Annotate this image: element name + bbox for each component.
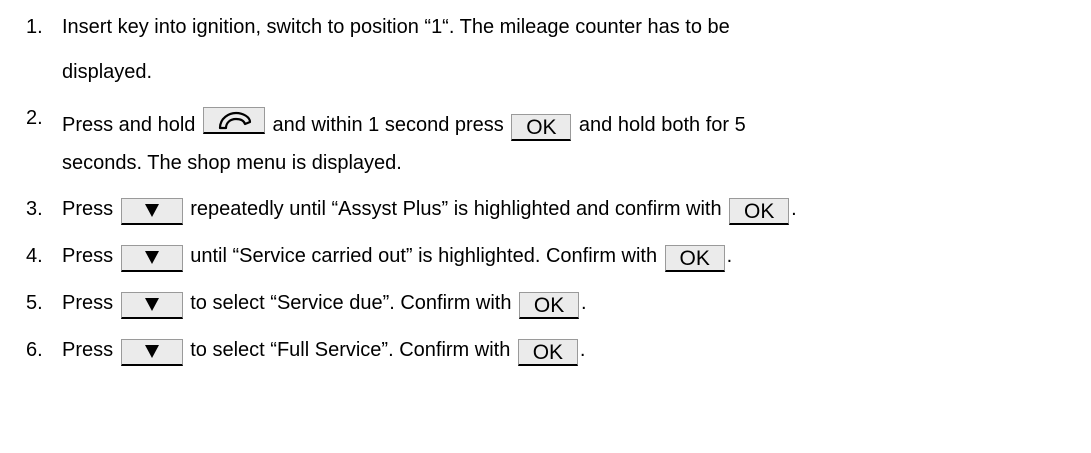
ok-key-button: OK bbox=[664, 245, 725, 272]
phone-handset-icon bbox=[218, 111, 252, 130]
step-1-number: 1. bbox=[26, 16, 43, 38]
step-2-number: 2. bbox=[26, 107, 43, 129]
down-key-button bbox=[120, 245, 183, 272]
step-3-number: 3. bbox=[26, 198, 43, 220]
step-5-text-c: . bbox=[581, 292, 587, 314]
step-4-text-c: . bbox=[726, 245, 733, 267]
step-6-text-c: . bbox=[579, 339, 586, 361]
step-2-text-a: Press and hold bbox=[62, 114, 196, 136]
step-3-text-c: . bbox=[791, 198, 797, 220]
step-4-line: Press until “Service carried out” is hig… bbox=[62, 245, 732, 272]
down-key-button bbox=[120, 292, 183, 319]
step-6-line: Press to select “Full Service”. Confirm … bbox=[62, 339, 585, 366]
step-5-number: 5. bbox=[26, 292, 43, 314]
step-2-line: Press and hold and within 1 second press… bbox=[62, 107, 746, 141]
instruction-list: 1. Insert key into ignition, switch to p… bbox=[0, 0, 1091, 453]
step-6-number: 6. bbox=[26, 339, 43, 361]
ok-key-button: OK bbox=[729, 198, 790, 225]
step-6-text-a: Press bbox=[62, 339, 114, 361]
step-1-text-continued: displayed. bbox=[62, 61, 153, 83]
step-3-line: Press repeatedly until “Assyst Plus” is … bbox=[62, 198, 797, 225]
down-key-button bbox=[120, 339, 183, 366]
step-3-text-a: Press bbox=[62, 198, 114, 220]
step-4-text-b: until “Service carried out” is highlight… bbox=[190, 245, 658, 267]
step-4-text-a: Press bbox=[62, 245, 114, 267]
step-5-text-a: Press bbox=[62, 292, 114, 314]
step-5-line: Press to select “Service due”. Confirm w… bbox=[62, 292, 587, 319]
ok-key-button: OK bbox=[517, 339, 578, 366]
step-2-text-c: and hold both for 5 bbox=[578, 114, 746, 136]
step-2-text-b: and within 1 second press bbox=[272, 114, 504, 136]
phone-key-button bbox=[202, 107, 265, 134]
step-4-number: 4. bbox=[26, 245, 43, 267]
step-2-text-continued: seconds. The shop menu is displayed. bbox=[62, 152, 402, 174]
down-arrow-icon bbox=[144, 204, 159, 218]
ok-key-button: OK bbox=[519, 292, 580, 319]
down-key-button bbox=[120, 198, 183, 225]
down-arrow-icon bbox=[144, 345, 159, 359]
ok-key-button: OK bbox=[511, 114, 572, 141]
down-arrow-icon bbox=[144, 251, 159, 265]
step-3-text-b: repeatedly until “Assyst Plus” is highli… bbox=[190, 198, 722, 220]
step-1-text: Insert key into ignition, switch to posi… bbox=[62, 16, 730, 38]
step-6-text-b: to select “Full Service”. Confirm with bbox=[190, 339, 511, 361]
step-5-text-b: to select “Service due”. Confirm with bbox=[190, 292, 512, 314]
down-arrow-icon bbox=[144, 298, 159, 312]
